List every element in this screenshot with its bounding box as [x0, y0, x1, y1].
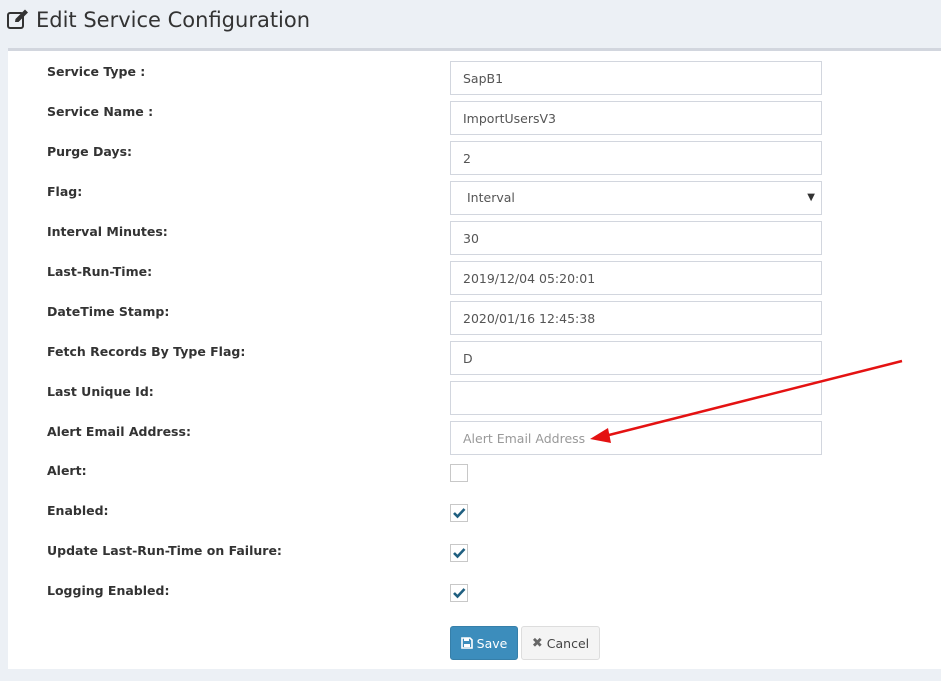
alert-email-label: Alert Email Address: [47, 424, 191, 439]
save-button[interactable]: Save [450, 626, 518, 660]
page-title-text: Edit Service Configuration [36, 8, 311, 32]
fetch-records-input[interactable] [450, 341, 822, 375]
cancel-button-label: Cancel [546, 635, 590, 651]
update-on-failure-label: Update Last-Run-Time on Failure: [47, 543, 282, 558]
save-icon [460, 637, 473, 649]
last-run-time-label: Last-Run-Time: [47, 264, 153, 279]
caret-down-icon: ▼ [807, 192, 815, 203]
interval-minutes-label: Interval Minutes: [47, 224, 168, 239]
update-on-failure-checkbox[interactable] [450, 544, 468, 562]
checkmark-icon [453, 588, 466, 599]
alert-email-input[interactable] [450, 421, 822, 455]
purge-days-label: Purge Days: [47, 144, 133, 159]
service-name-label: Service Name : [47, 104, 154, 119]
datetime-stamp-label: DateTime Stamp: [47, 304, 170, 319]
flag-label: Flag: [47, 184, 83, 199]
enabled-checkbox[interactable] [450, 504, 468, 522]
datetime-stamp-input[interactable] [450, 301, 822, 335]
last-unique-id-label: Last Unique Id: [47, 384, 154, 399]
flag-select-value: Interval [467, 190, 515, 205]
last-unique-id-input[interactable] [450, 381, 822, 415]
logging-enabled-checkbox[interactable] [450, 584, 468, 602]
enabled-label: Enabled: [47, 503, 109, 518]
purge-days-input[interactable] [450, 141, 822, 175]
alert-checkbox[interactable] [450, 464, 468, 482]
page-title: Edit Service Configuration [6, 6, 310, 34]
close-icon: ✖ [531, 635, 543, 651]
interval-minutes-input[interactable] [450, 221, 822, 255]
checkmark-icon [453, 548, 466, 559]
page-header: Edit Service Configuration [0, 0, 941, 47]
logging-enabled-label: Logging Enabled: [47, 583, 170, 598]
cancel-button[interactable]: ✖ Cancel [521, 626, 600, 660]
service-type-label: Service Type : [47, 64, 146, 79]
save-button-label: Save [476, 635, 508, 651]
alert-label: Alert: [47, 463, 87, 478]
last-run-time-input[interactable] [450, 261, 822, 295]
edit-icon [7, 9, 28, 29]
flag-select[interactable]: Interval ▼ [450, 181, 822, 215]
checkmark-icon [453, 508, 466, 519]
service-name-input[interactable] [450, 101, 822, 135]
fetch-records-label: Fetch Records By Type Flag: [47, 344, 246, 359]
service-type-input[interactable] [450, 61, 822, 95]
